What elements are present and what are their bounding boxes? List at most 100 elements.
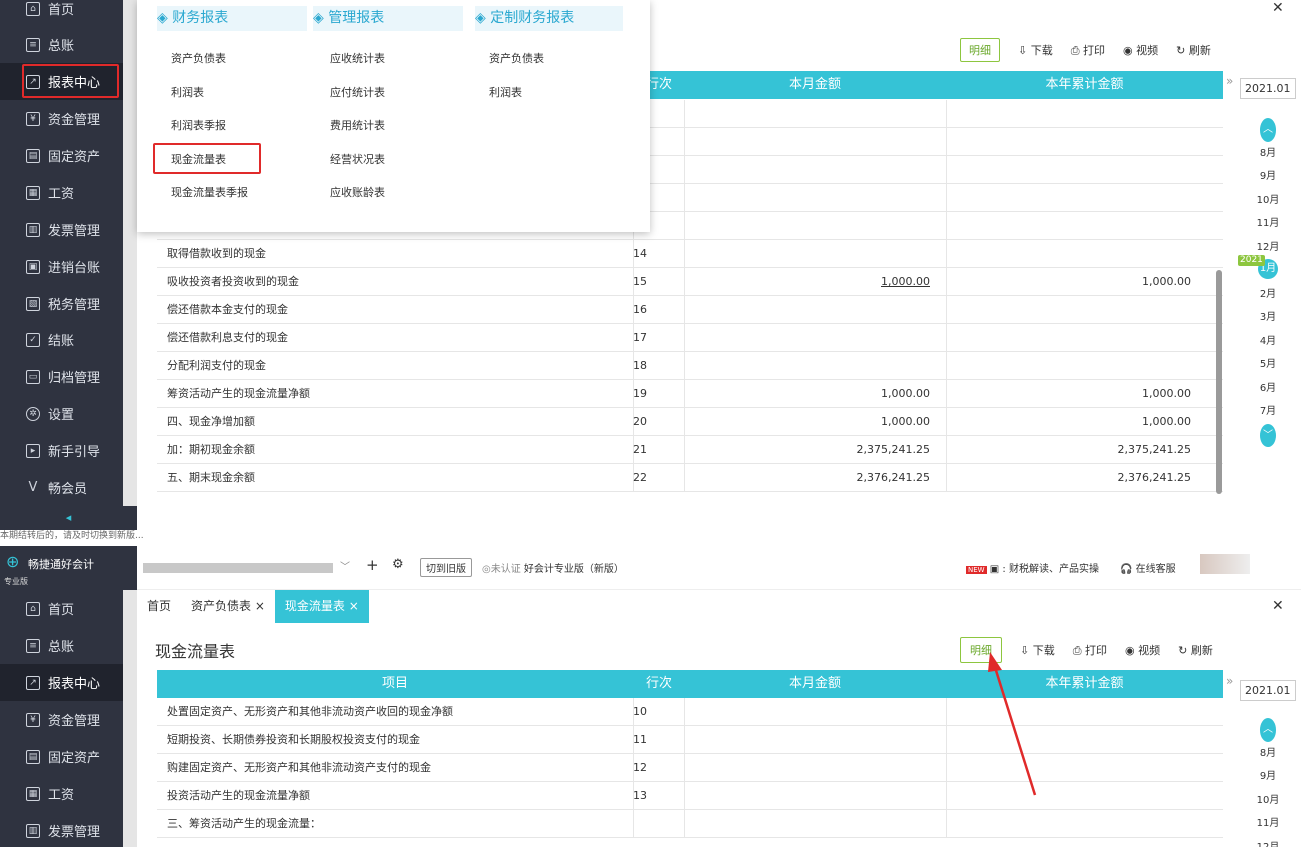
- sidebar-item-assets[interactable]: ▤ 固定资产: [0, 738, 123, 775]
- month-item[interactable]: 4月: [1246, 330, 1290, 354]
- menu-item-expense-stats[interactable]: 费用统计表: [330, 117, 385, 133]
- certification-status[interactable]: ◎未认证 好会计专业版（新版）: [482, 560, 624, 575]
- sidebar-item-settings[interactable]: ✲ 设置: [0, 395, 123, 432]
- table-row[interactable]: 短期投资、长期债券投资和长期股权投资支付的现金 11: [157, 726, 1223, 754]
- switch-old-version-button[interactable]: 切到旧版: [420, 558, 472, 577]
- print-button[interactable]: ⎙ 打印: [1073, 642, 1107, 658]
- sidebar-item-salary[interactable]: ▦ 工资: [0, 174, 123, 211]
- month-item[interactable]: 10月: [1246, 189, 1290, 213]
- month-item-selected[interactable]: 1月 2021: [1238, 255, 1290, 283]
- close-icon[interactable]: ✕: [1272, 0, 1284, 16]
- menu-item-receivable-stats[interactable]: 应收统计表: [330, 50, 385, 66]
- close-icon[interactable]: ✕: [1272, 598, 1284, 614]
- table-row[interactable]: 四、现金净增加额 20 1,000.00 1,000.00: [157, 408, 1223, 436]
- table-row[interactable]: 偿还借款利息支付的现金 17: [157, 324, 1223, 352]
- month-item[interactable]: 11月: [1246, 812, 1290, 836]
- sidebar-item-funds[interactable]: ¥ 资金管理: [0, 100, 123, 137]
- print-button[interactable]: ⎙ 打印: [1071, 42, 1105, 58]
- sidebar-item-invoice[interactable]: ▥ 发票管理: [0, 211, 123, 248]
- month-item[interactable]: 8月: [1246, 742, 1290, 766]
- menu-item-income-statement[interactable]: 利润表: [171, 84, 204, 100]
- month-item[interactable]: 7月: [1246, 400, 1290, 424]
- sidebar-item-ledger[interactable]: ≡ 总账: [0, 627, 123, 664]
- table-row[interactable]: 购建固定资产、无形资产和其他非流动资产支付的现金 12: [157, 754, 1223, 782]
- sidebar-item-vip[interactable]: V 畅会员: [0, 469, 123, 506]
- table-row[interactable]: 分配利润支付的现金 18: [157, 352, 1223, 380]
- detail-button[interactable]: 明细: [960, 38, 1000, 62]
- sidebar-item-invoice[interactable]: ▥ 发票管理: [0, 812, 123, 847]
- month-item[interactable]: 10月: [1246, 789, 1290, 813]
- expand-icon[interactable]: »: [1226, 74, 1233, 88]
- sidebar-item-salary[interactable]: ▦ 工资: [0, 775, 123, 812]
- month-item[interactable]: 12月: [1246, 836, 1290, 847]
- menu-header-financial[interactable]: ◈ 财务报表: [157, 6, 307, 31]
- highlight-cash-flow: [153, 143, 261, 174]
- menu-item-cash-flow-quarterly[interactable]: 现金流量表季报: [171, 184, 248, 200]
- month-item[interactable]: 9月: [1246, 165, 1290, 189]
- month-scroll-down[interactable]: ﹀: [1246, 423, 1290, 447]
- expand-icon[interactable]: »: [1226, 674, 1233, 688]
- month-item[interactable]: 3月: [1246, 306, 1290, 330]
- menu-item-custom-income[interactable]: 利润表: [489, 84, 522, 100]
- month-item[interactable]: 8月: [1246, 142, 1290, 166]
- menu-item-payable-stats[interactable]: 应付统计表: [330, 84, 385, 100]
- period-select[interactable]: 2021.01: [1240, 78, 1296, 99]
- refresh-button[interactable]: ↻ 刷新: [1176, 42, 1211, 58]
- table-scrollbar[interactable]: [1216, 270, 1222, 494]
- refresh-button[interactable]: ↻ 刷新: [1178, 642, 1213, 658]
- sidebar-scrollbar[interactable]: [123, 590, 137, 847]
- download-button[interactable]: ⇩ 下载: [1018, 42, 1053, 58]
- month-item[interactable]: 2月: [1246, 283, 1290, 307]
- company-select[interactable]: [143, 563, 333, 573]
- table-row[interactable]: 取得借款收到的现金 14: [157, 240, 1223, 268]
- month-scroll-up[interactable]: ︿: [1246, 718, 1290, 742]
- online-service-link[interactable]: 🎧 在线客服: [1120, 560, 1176, 575]
- month-item[interactable]: 9月: [1246, 765, 1290, 789]
- sidebar-item-home[interactable]: ⌂ 首页: [0, 0, 123, 27]
- tab-cash-flow[interactable]: 现金流量表 ×: [274, 590, 369, 623]
- sidebar-item-home[interactable]: ⌂ 首页: [0, 590, 123, 627]
- menu-header-management[interactable]: ◈ 管理报表: [313, 6, 463, 31]
- menu-item-receivable-aging[interactable]: 应收账龄表: [330, 184, 385, 200]
- tab-balance-sheet[interactable]: 资产负债表 ×: [181, 590, 275, 623]
- menu-item-custom-balance[interactable]: 资产负债表: [489, 50, 544, 66]
- table-row[interactable]: 三、筹资活动产生的现金流量：: [157, 810, 1223, 838]
- tab-home[interactable]: 首页: [137, 590, 181, 623]
- menu-item-income-quarterly[interactable]: 利润表季报: [171, 117, 226, 133]
- sidebar-scrollbar[interactable]: [123, 0, 137, 506]
- sidebar-item-tax[interactable]: ▧ 税务管理: [0, 285, 123, 322]
- add-icon[interactable]: +: [366, 556, 379, 574]
- table-row[interactable]: 筹资活动产生的现金流量净额 19 1,000.00 1,000.00: [157, 380, 1223, 408]
- sidebar-item-funds[interactable]: ¥ 资金管理: [0, 701, 123, 738]
- sidebar-item-guide[interactable]: ▸ 新手引导: [0, 432, 123, 469]
- month-item[interactable]: 6月: [1246, 377, 1290, 401]
- table-row[interactable]: 加：期初现金余额 21 2,375,241.25 2,375,241.25: [157, 436, 1223, 464]
- row-item-name: 三、筹资活动产生的现金流量：: [167, 817, 321, 830]
- sidebar-item-reports[interactable]: ↗ 报表中心: [0, 664, 123, 701]
- menu-item-operation-status[interactable]: 经营状况表: [330, 151, 385, 167]
- month-item[interactable]: 11月: [1246, 212, 1290, 236]
- period-select[interactable]: 2021.01: [1240, 680, 1296, 701]
- video-button[interactable]: ◉ 视频: [1123, 42, 1158, 58]
- chevron-down-icon[interactable]: ﹀: [340, 558, 350, 573]
- sidebar-item-assets[interactable]: ▤ 固定资产: [0, 137, 123, 174]
- table-row[interactable]: 偿还借款本金支付的现金 16: [157, 296, 1223, 324]
- sidebar-item-inventory[interactable]: ▣ 进销台账: [0, 248, 123, 285]
- table-row[interactable]: 五、期末现金余额 22 2,376,241.25 2,376,241.25: [157, 464, 1223, 492]
- table-row[interactable]: 吸收投资者投资收到的现金 15 1,000.00 1,000.00: [157, 268, 1223, 296]
- sidebar-item-ledger[interactable]: ≡ 总账: [0, 26, 123, 63]
- month-item[interactable]: 5月: [1246, 353, 1290, 377]
- avatar[interactable]: [1200, 554, 1250, 574]
- video-button[interactable]: ◉ 视频: [1125, 642, 1160, 658]
- menu-header-custom[interactable]: ◈ 定制财务报表: [475, 6, 623, 31]
- row-month-amount[interactable]: 1,000.00: [684, 268, 946, 296]
- sidebar-item-archive[interactable]: ▭ 归档管理: [0, 358, 123, 395]
- menu-item-balance-sheet[interactable]: 资产负债表: [171, 50, 226, 66]
- month-scroll-up[interactable]: ︿: [1246, 118, 1290, 142]
- sidebar-collapse-button[interactable]: ◂: [0, 506, 137, 530]
- sidebar-item-closing[interactable]: ✓ 结账: [0, 321, 123, 358]
- table-row[interactable]: 处置固定资产、无形资产和其他非流动资产收回的现金净额 10: [157, 698, 1223, 726]
- news-link[interactable]: NEW ▣ : 财税解读、产品实操: [966, 560, 1099, 575]
- gear-icon[interactable]: ⚙: [392, 557, 404, 572]
- table-row[interactable]: 投资活动产生的现金流量净额 13: [157, 782, 1223, 810]
